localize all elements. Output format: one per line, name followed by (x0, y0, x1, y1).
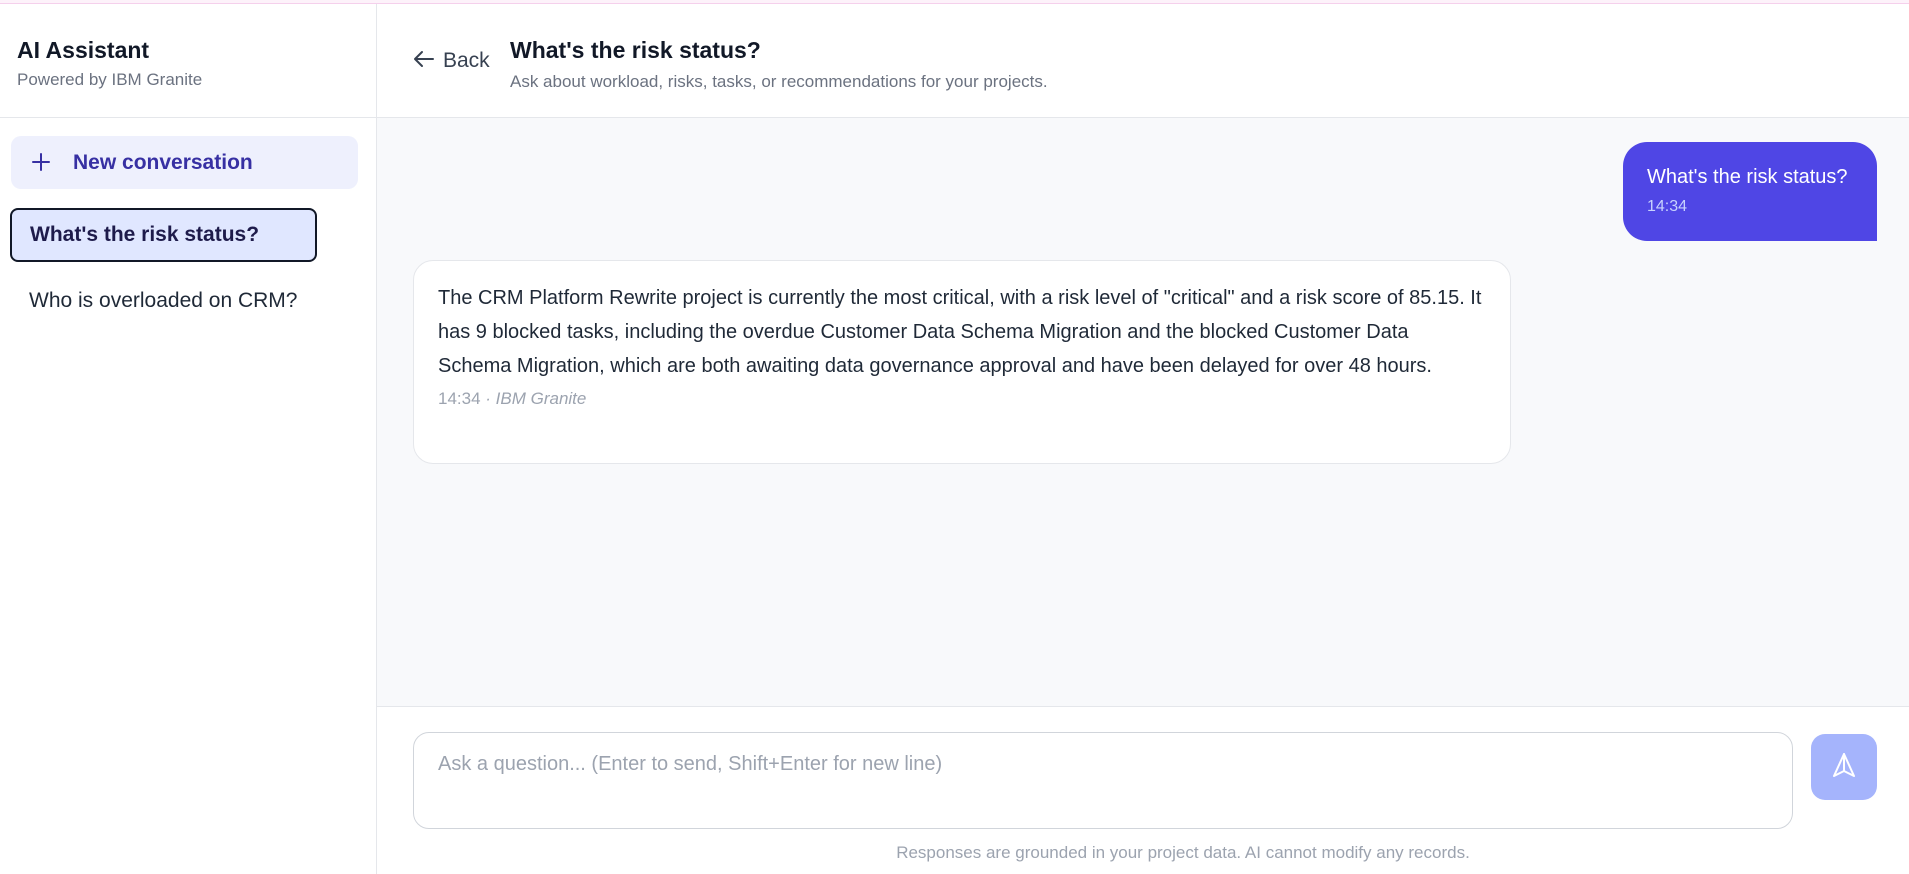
composer: Responses are grounded in your project d… (377, 706, 1909, 874)
conversation-item-label: Who is overloaded on CRM? (29, 289, 298, 312)
arrow-left-icon (413, 49, 435, 73)
new-conversation-button[interactable]: New conversation (11, 136, 358, 189)
assistant-message-text: The CRM Platform Rewrite project is curr… (438, 287, 1482, 377)
conversation-title: What's the risk status? (510, 37, 761, 63)
conversation-subtitle: Ask about workload, risks, tasks, or rec… (510, 72, 1048, 91)
assistant-message-time: 14:34 (438, 389, 481, 408)
send-button[interactable] (1811, 734, 1877, 800)
user-message-text: What's the risk status? (1647, 166, 1848, 188)
sidebar-header: AI Assistant Powered by IBM Granite (0, 4, 376, 118)
assistant-message-meta: 14:34 · IBM Granite (438, 389, 1486, 409)
back-button[interactable]: Back (413, 49, 490, 73)
plus-icon (31, 150, 53, 176)
conversation-item-crm-overload[interactable]: Who is overloaded on CRM? (10, 273, 317, 329)
chat-header: Back What's the risk status? Ask about w… (377, 4, 1909, 118)
user-message-time: 14:34 (1647, 198, 1688, 215)
conversation-item-label: What's the risk status? (30, 223, 260, 246)
back-label: Back (443, 49, 490, 72)
sidebar: AI Assistant Powered by IBM Granite New … (0, 4, 377, 874)
send-icon (1830, 751, 1858, 784)
conversation-item-risk-status[interactable]: What's the risk status? (10, 208, 317, 262)
app-title: AI Assistant (17, 37, 150, 63)
question-input[interactable] (413, 732, 1793, 829)
app-shell: AI Assistant Powered by IBM Granite New … (0, 4, 1909, 874)
chat-main: Back What's the risk status? Ask about w… (377, 4, 1909, 874)
disclaimer-text: Responses are grounded in your project d… (896, 843, 1470, 862)
assistant-model-name: · IBM Granite (485, 389, 587, 408)
assistant-message-bubble: The CRM Platform Rewrite project is curr… (413, 260, 1511, 464)
user-message-bubble: What's the risk status? 14:34 (1623, 142, 1877, 241)
new-conversation-label: New conversation (73, 150, 253, 174)
app-subtitle: Powered by IBM Granite (17, 70, 203, 89)
